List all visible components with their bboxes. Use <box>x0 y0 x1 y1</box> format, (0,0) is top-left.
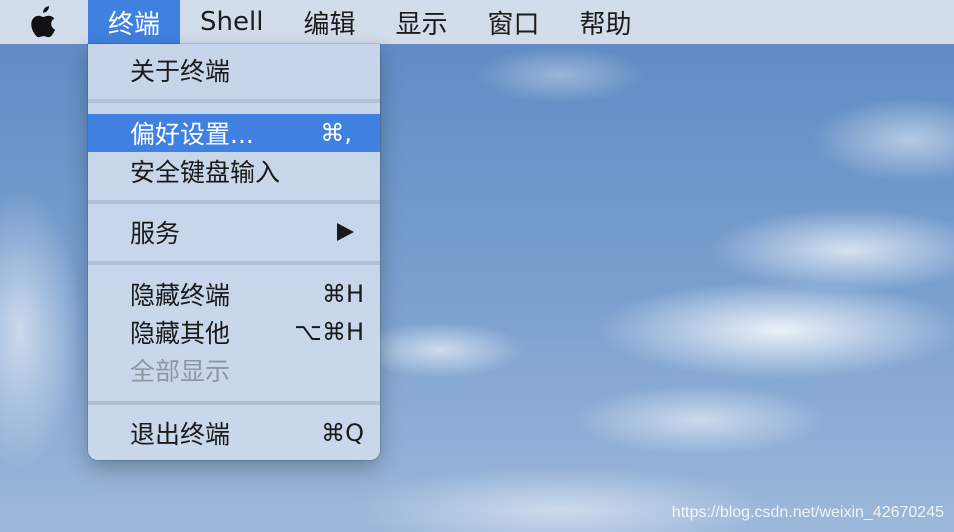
menubar-item-help[interactable]: 帮助 <box>560 0 652 44</box>
menu-item-shortcut: ⌥⌘H <box>294 318 364 346</box>
menu-item-label: 服务 <box>130 219 181 248</box>
menu-item-label: 关于终端 <box>130 57 231 86</box>
menubar-item-window[interactable]: 窗口 <box>467 0 559 44</box>
menu-item-shortcut: ⌘Q <box>321 419 364 447</box>
menu-item-label: 隐藏其他 <box>130 319 231 348</box>
menu-item-services[interactable]: 服务 <box>88 213 380 251</box>
menu-item-label: 偏好设置... <box>130 120 254 149</box>
menu-item-secure-keyboard-entry[interactable]: 安全键盘输入 <box>88 152 380 190</box>
menubar-item-terminal[interactable]: 终端 <box>88 0 181 44</box>
menubar-item-view[interactable]: 显示 <box>375 0 467 44</box>
submenu-arrow-icon <box>337 223 354 241</box>
menu-item-show-all: 全部显示 <box>88 351 380 389</box>
menu-item-hide-terminal[interactable]: 隐藏终端 ⌘H <box>88 275 380 313</box>
menu-item-hide-others[interactable]: 隐藏其他 ⌥⌘H <box>88 313 380 351</box>
menubar-item-edit[interactable]: 编辑 <box>283 0 375 44</box>
menu-separator <box>88 200 380 204</box>
watermark-text: https://blog.csdn.net/weixin_42670245 <box>671 504 944 521</box>
menu-item-label: 安全键盘输入 <box>130 158 281 187</box>
menu-item-preferences[interactable]: 偏好设置... ⌘, <box>88 114 380 152</box>
menu-item-label: 退出终端 <box>130 420 231 449</box>
apple-menu[interactable] <box>0 0 88 44</box>
menu-item-quit-terminal[interactable]: 退出终端 ⌘Q <box>88 414 380 452</box>
menu-item-shortcut: ⌘, <box>320 119 352 147</box>
apple-logo-icon <box>31 6 56 38</box>
menubar-item-shell[interactable]: Shell <box>180 0 283 44</box>
menu-separator <box>88 261 380 265</box>
terminal-dropdown-menu: 关于终端 偏好设置... ⌘, 安全键盘输入 服务 隐藏终端 ⌘H 隐藏其他 ⌥… <box>88 44 380 460</box>
menu-item-label: 隐藏终端 <box>130 281 231 310</box>
menu-item-about-terminal[interactable]: 关于终端 <box>88 51 380 89</box>
menu-separator <box>88 99 380 103</box>
menu-bar: 终端 Shell 编辑 显示 窗口 帮助 <box>0 0 954 44</box>
menu-item-shortcut: ⌘H <box>321 280 364 308</box>
menu-separator <box>88 401 380 405</box>
menu-item-label: 全部显示 <box>130 357 231 386</box>
